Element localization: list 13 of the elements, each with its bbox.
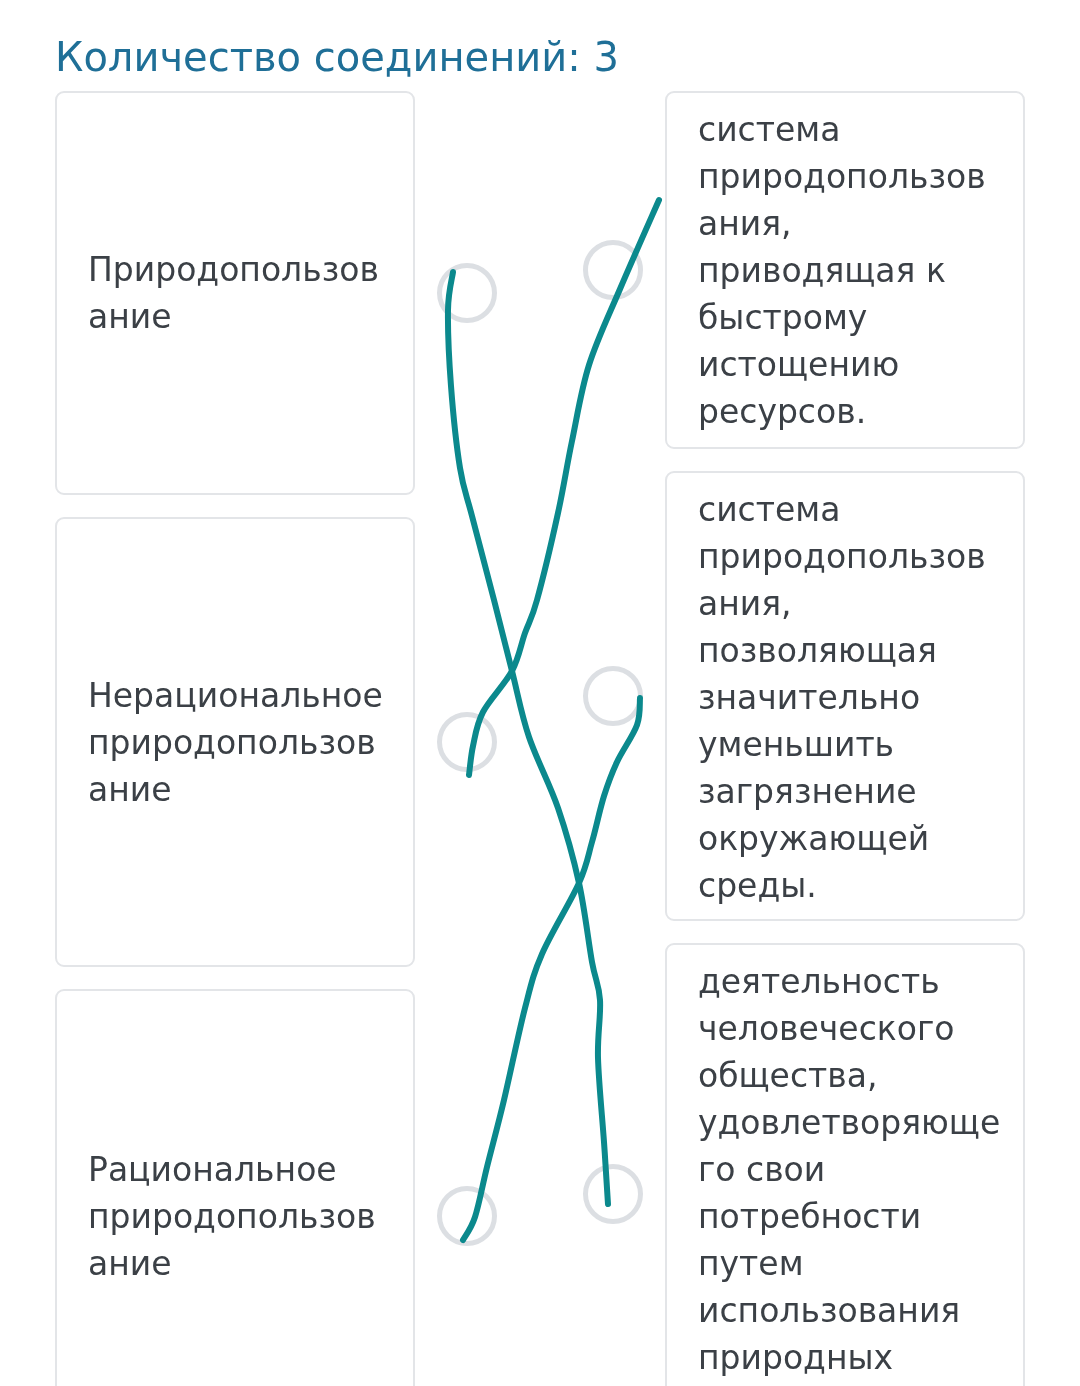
term-text: Рациональное природопользование <box>88 1148 377 1285</box>
ring-icon[interactable] <box>437 1186 497 1246</box>
term-text: Природопользование <box>88 249 380 338</box>
ring-icon[interactable] <box>437 263 497 323</box>
definition-text: система природопользования, позволяющая значительно уменьшить загрязнение окружающей среды. <box>698 489 987 907</box>
question-title: Количество соединений: 3 <box>55 34 619 80</box>
term-text: Нерациональное природопользование <box>88 674 384 811</box>
definition-text: деятельность человеческого общества, удовлетворяющего свои потребности путем использования природных <box>698 961 1002 1379</box>
ring-icon[interactable] <box>437 712 497 772</box>
ring-icon[interactable] <box>583 666 643 726</box>
ring-icon[interactable] <box>583 1164 643 1224</box>
ring-icon[interactable] <box>583 240 643 300</box>
definition-text: система природопользования, приводящая к быстрому истощению ресурсов. <box>698 109 987 433</box>
